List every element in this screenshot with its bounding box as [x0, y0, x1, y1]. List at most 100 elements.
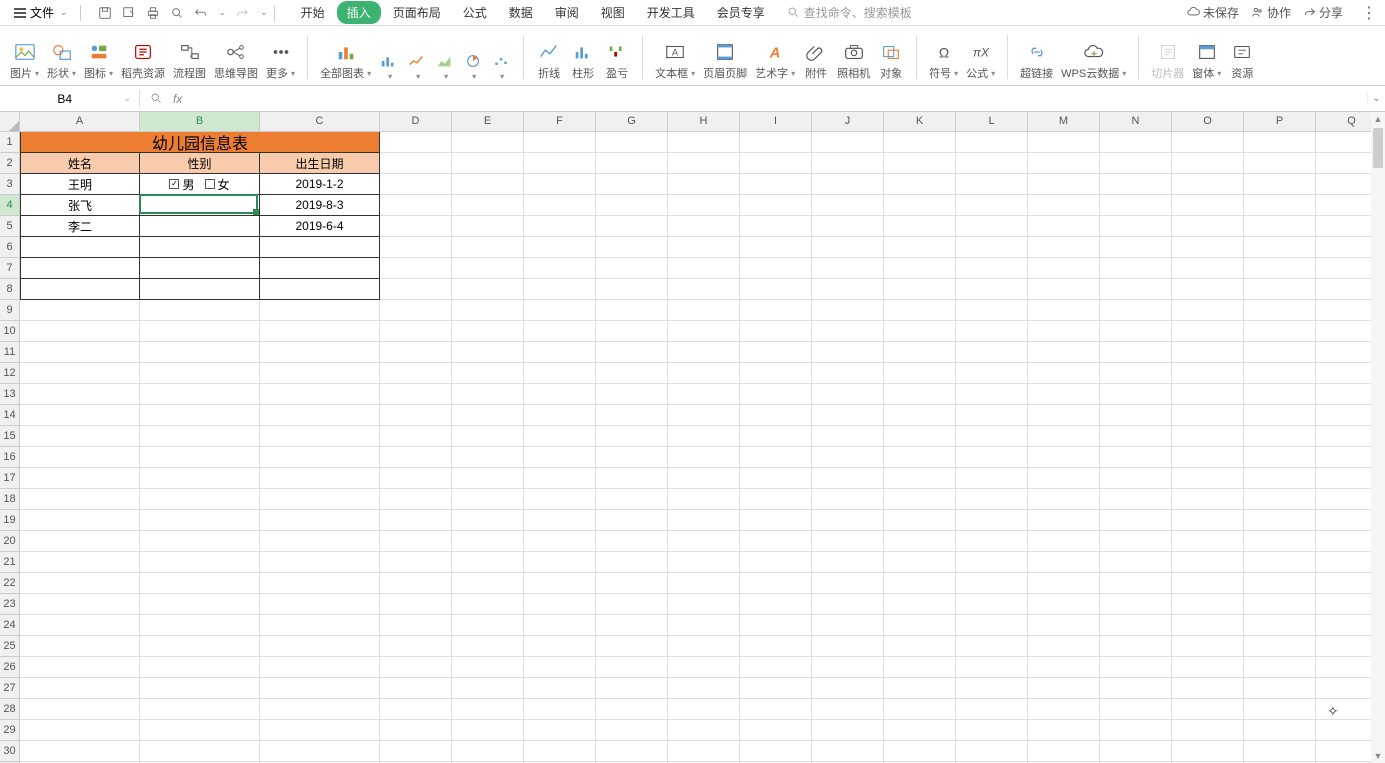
- cell[interactable]: [524, 279, 596, 300]
- headerfooter-button[interactable]: 页眉页脚: [701, 39, 749, 85]
- cell[interactable]: [524, 153, 596, 174]
- cell[interactable]: [812, 573, 884, 594]
- cell[interactable]: [1028, 384, 1100, 405]
- cell[interactable]: [452, 342, 524, 363]
- cell[interactable]: [884, 552, 956, 573]
- cell[interactable]: [812, 195, 884, 216]
- cell[interactable]: [812, 720, 884, 741]
- cell[interactable]: [1100, 489, 1172, 510]
- cell[interactable]: [1028, 657, 1100, 678]
- cell[interactable]: [812, 300, 884, 321]
- cell[interactable]: [668, 258, 740, 279]
- row-header-20[interactable]: 20: [0, 531, 20, 552]
- cell[interactable]: [452, 720, 524, 741]
- cell[interactable]: [260, 594, 380, 615]
- cell[interactable]: [812, 237, 884, 258]
- cell[interactable]: [380, 720, 452, 741]
- cell[interactable]: [20, 342, 140, 363]
- cell[interactable]: [20, 636, 140, 657]
- cell[interactable]: [1100, 195, 1172, 216]
- row-header-21[interactable]: 21: [0, 552, 20, 573]
- cell[interactable]: [1172, 426, 1244, 447]
- cell[interactable]: [452, 279, 524, 300]
- cell[interactable]: [20, 678, 140, 699]
- iconlib-button[interactable]: 图标▾: [82, 39, 115, 85]
- camera-button[interactable]: 照相机: [835, 39, 872, 85]
- cell[interactable]: [884, 153, 956, 174]
- cell[interactable]: [1100, 153, 1172, 174]
- cell[interactable]: [524, 405, 596, 426]
- row-header-8[interactable]: 8: [0, 279, 20, 300]
- cell[interactable]: [452, 615, 524, 636]
- cell[interactable]: [260, 615, 380, 636]
- col-header-D[interactable]: D: [380, 112, 452, 132]
- col-header-N[interactable]: N: [1100, 112, 1172, 132]
- cell[interactable]: [1100, 237, 1172, 258]
- cell[interactable]: [1244, 510, 1316, 531]
- cell[interactable]: [668, 153, 740, 174]
- cell[interactable]: [884, 699, 956, 720]
- cell[interactable]: [1244, 405, 1316, 426]
- cell[interactable]: [740, 594, 812, 615]
- cell[interactable]: [740, 426, 812, 447]
- coop-button[interactable]: 协作: [1251, 4, 1291, 21]
- cell[interactable]: [524, 678, 596, 699]
- cell[interactable]: [260, 678, 380, 699]
- cell[interactable]: [140, 678, 260, 699]
- cell[interactable]: [140, 405, 260, 426]
- cell[interactable]: [1028, 447, 1100, 468]
- cell[interactable]: [596, 132, 668, 153]
- cell[interactable]: [884, 195, 956, 216]
- cell[interactable]: [452, 132, 524, 153]
- cell[interactable]: [596, 300, 668, 321]
- tab-pagelayout[interactable]: 页面布局: [383, 1, 451, 24]
- cell[interactable]: [1244, 636, 1316, 657]
- cell[interactable]: [20, 405, 140, 426]
- cell[interactable]: [1172, 678, 1244, 699]
- cell[interactable]: [1244, 363, 1316, 384]
- row-header-6[interactable]: 6: [0, 237, 20, 258]
- row-header-3[interactable]: 3: [0, 174, 20, 195]
- cell[interactable]: [1100, 132, 1172, 153]
- select-all-corner[interactable]: [0, 112, 20, 132]
- cell[interactable]: [596, 405, 668, 426]
- cell[interactable]: [260, 279, 380, 300]
- cell[interactable]: [524, 216, 596, 237]
- cell[interactable]: [452, 741, 524, 762]
- cell[interactable]: [20, 300, 140, 321]
- cell[interactable]: [1172, 405, 1244, 426]
- cell[interactable]: [596, 489, 668, 510]
- cell[interactable]: [1028, 636, 1100, 657]
- cell[interactable]: [884, 594, 956, 615]
- cell[interactable]: [956, 132, 1028, 153]
- col-header-I[interactable]: I: [740, 112, 812, 132]
- col-header-C[interactable]: C: [260, 112, 380, 132]
- row-header-10[interactable]: 10: [0, 321, 20, 342]
- cell[interactable]: [140, 426, 260, 447]
- cell[interactable]: [1100, 426, 1172, 447]
- cell[interactable]: [812, 321, 884, 342]
- cell[interactable]: [1100, 468, 1172, 489]
- col-header-H[interactable]: H: [668, 112, 740, 132]
- cell[interactable]: [140, 363, 260, 384]
- cell[interactable]: [140, 489, 260, 510]
- cell[interactable]: [380, 363, 452, 384]
- symbol-button[interactable]: Ω符号▾: [927, 39, 960, 85]
- cell[interactable]: [740, 363, 812, 384]
- cell[interactable]: [452, 657, 524, 678]
- cell[interactable]: 张飞: [20, 195, 140, 216]
- cell[interactable]: [1028, 426, 1100, 447]
- cell[interactable]: [1244, 132, 1316, 153]
- cell[interactable]: [668, 657, 740, 678]
- cell[interactable]: [884, 468, 956, 489]
- cell[interactable]: [812, 510, 884, 531]
- cell[interactable]: [1244, 174, 1316, 195]
- cell[interactable]: [740, 636, 812, 657]
- cell[interactable]: [596, 552, 668, 573]
- search-icon[interactable]: [150, 92, 163, 105]
- row-header-23[interactable]: 23: [0, 594, 20, 615]
- cell[interactable]: [812, 174, 884, 195]
- cell[interactable]: [452, 321, 524, 342]
- cell[interactable]: [1172, 720, 1244, 741]
- cell[interactable]: [1100, 321, 1172, 342]
